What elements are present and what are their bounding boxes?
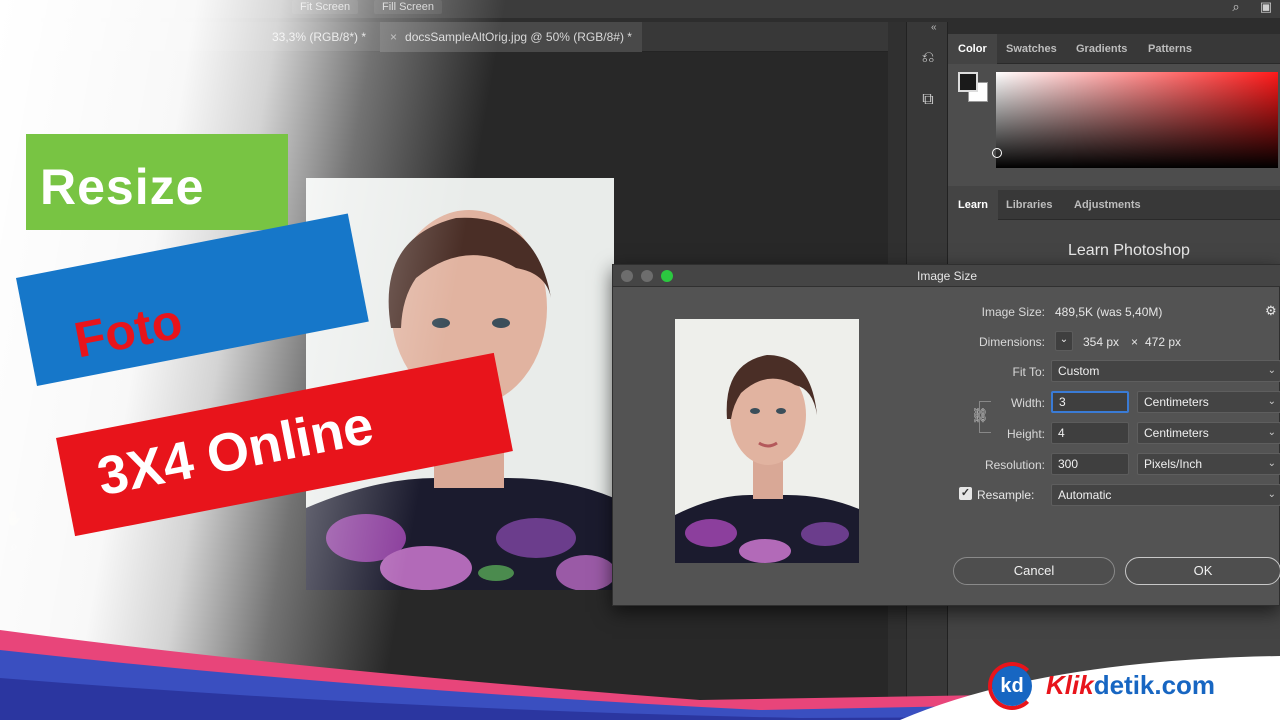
brand-name-b: detik.com	[1093, 670, 1216, 700]
color-ramp[interactable]	[996, 72, 1278, 168]
fit-to-label: Fit To:	[1012, 365, 1045, 379]
minimize-window-button[interactable]	[641, 270, 653, 282]
fit-screen-button[interactable]: Fit Screen	[292, 0, 359, 14]
resolution-label: Resolution:	[984, 458, 1045, 472]
resolution-input[interactable]: 300	[1051, 453, 1129, 475]
hand-tool-icon[interactable]: ✋	[4, 510, 24, 538]
height-unit-value: Centimeters	[1144, 426, 1209, 440]
dimensions-dropdown[interactable]: ⌄	[1055, 331, 1073, 351]
chevron-down-icon: ⌄	[1267, 427, 1276, 438]
dimensions-width: 354 px	[1083, 335, 1120, 349]
cancel-button[interactable]: Cancel	[953, 557, 1115, 585]
tab-gradients[interactable]: Gradients	[1066, 34, 1137, 64]
height-input[interactable]: 4	[1051, 422, 1129, 444]
ok-button[interactable]: OK	[1125, 557, 1280, 585]
chevron-down-icon: ⌄	[1267, 458, 1276, 469]
search-icon[interactable]: ⌕	[1228, 0, 1244, 14]
workspace-icon[interactable]: ▣	[1258, 0, 1274, 14]
fit-to-select[interactable]: Custom ⌄	[1051, 360, 1280, 382]
dimensions-height: 472 px	[1145, 335, 1182, 349]
preview-portrait	[675, 319, 859, 563]
tab-color[interactable]: Color	[948, 34, 997, 64]
dimensions-times: ×	[1131, 335, 1139, 349]
properties-icon[interactable]: ⧉	[915, 88, 941, 112]
height-label: Height:	[1006, 427, 1045, 441]
chevron-down-icon: ⌄	[1267, 489, 1276, 500]
tab-document-2[interactable]: × docsSampleAltOrig.jpg @ 50% (RGB/8#) *	[380, 22, 642, 52]
banner-foto-text: Foto	[69, 292, 187, 369]
app-menubar: Fit Screen Fill Screen ⌕ ▣	[0, 0, 1280, 18]
tab-document-1[interactable]: 33,3% (RGB/8*) *	[262, 22, 376, 52]
dialog-title: Image Size	[916, 269, 978, 283]
image-size-label: Image Size:	[981, 305, 1045, 319]
learn-panel-tabs: Learn Libraries Adjustments	[948, 190, 1280, 220]
tab-swatches[interactable]: Swatches	[996, 34, 1067, 64]
foreground-color-swatch[interactable]	[958, 72, 978, 92]
height-unit-select[interactable]: Centimeters ⌄	[1137, 422, 1280, 444]
close-icon[interactable]: ×	[390, 30, 397, 44]
image-preview[interactable]	[675, 319, 859, 563]
zoom-window-button[interactable]	[661, 270, 673, 282]
width-input[interactable]: 3	[1051, 391, 1129, 413]
tab-patterns[interactable]: Patterns	[1138, 34, 1202, 64]
resample-label: Resample:	[977, 488, 1035, 502]
resample-select[interactable]: Automatic ⌄	[1051, 484, 1280, 506]
image-size-value: 489,5K (was 5,40M)	[1055, 305, 1163, 319]
width-unit-select[interactable]: Centimeters ⌄	[1137, 391, 1280, 413]
faint-toolbar: ✋ ⌕	[4, 510, 24, 566]
logo-badge: kd	[992, 666, 1032, 706]
learn-title: Learn Photoshop	[1068, 242, 1190, 259]
chevron-down-icon: ⌄	[1267, 365, 1276, 376]
fill-screen-button[interactable]: Fill Screen	[374, 0, 442, 14]
tab-adjustments[interactable]: Adjustments	[1064, 190, 1151, 220]
history-icon[interactable]: ⎌	[915, 46, 941, 70]
document-tabs: 33,3% (RGB/8*) * × docsSampleAltOrig.jpg …	[0, 22, 905, 52]
brand-name-a: Klik	[1046, 670, 1094, 700]
resolution-unit-select[interactable]: Pixels/Inch ⌄	[1137, 453, 1280, 475]
color-panel-tabs: Color Swatches Gradients Patterns	[948, 34, 1280, 64]
fit-to-value: Custom	[1058, 364, 1100, 378]
image-size-dialog: Image Size Image Size: 489,5K (was 5,40M…	[612, 264, 1280, 606]
width-unit-value: Centimeters	[1144, 395, 1209, 409]
tab-libraries[interactable]: Libraries	[996, 190, 1062, 220]
tab-label: docsSampleAltOrig.jpg @ 50% (RGB/8#) *	[405, 30, 632, 44]
chevron-down-icon: ⌄	[1267, 396, 1276, 407]
banner-resize-text: Resize	[40, 159, 205, 215]
close-window-button[interactable]	[621, 270, 633, 282]
brand-name: Klikdetik.com	[1046, 670, 1215, 701]
resample-value: Automatic	[1058, 488, 1112, 502]
collapse-icon[interactable]: «	[931, 22, 937, 33]
zoom-tool-icon[interactable]: ⌕	[4, 538, 24, 566]
banner-resize: Resize	[26, 134, 288, 230]
resample-checkbox[interactable]: ✓	[959, 487, 972, 500]
color-panel	[948, 64, 1280, 186]
dialog-titlebar: Image Size	[613, 265, 1280, 287]
resolution-unit-value: Pixels/Inch	[1144, 457, 1203, 471]
dimensions-label: Dimensions:	[978, 335, 1045, 349]
color-picker-cursor[interactable]	[992, 148, 1002, 158]
width-label: Width:	[1010, 396, 1045, 410]
tab-learn[interactable]: Learn	[948, 190, 998, 220]
gear-icon[interactable]: ⚙	[1265, 303, 1277, 319]
